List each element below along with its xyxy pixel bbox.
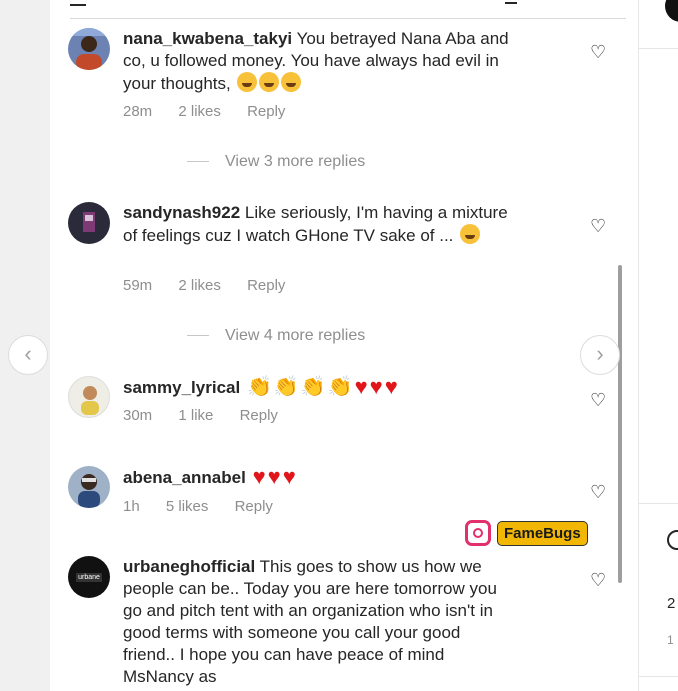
red-heart-emoji: ♥ [252, 464, 266, 489]
heart-outline-icon[interactable]: ♡ [590, 43, 608, 61]
comment-username[interactable]: sandynash922 [123, 203, 240, 222]
comments-modal: nana_kwabena_takyi You betrayed Nana Aba… [50, 0, 638, 691]
heart-outline-icon[interactable]: ♡ [590, 217, 608, 235]
red-heart-emoji: ♥ [282, 464, 296, 489]
view-more-replies[interactable]: View 3 more replies [187, 153, 365, 171]
comment-meta: 30m 1 like Reply [123, 407, 300, 424]
heart-outline-icon[interactable]: ♡ [590, 571, 608, 589]
crying-face-emoji [237, 72, 258, 92]
avatar[interactable] [665, 0, 678, 22]
reply-button[interactable]: Reply [247, 277, 285, 294]
red-heart-emoji: ♥ [384, 374, 398, 399]
clapping-hands-emoji: 👏 [327, 376, 353, 398]
heart-outline-icon[interactable]: ♡ [590, 483, 608, 501]
red-heart-emoji: ♥ [267, 464, 281, 489]
comment-username[interactable]: sammy_lyrical [123, 378, 240, 397]
count-text: 1 [667, 633, 674, 647]
comment-likes[interactable]: 1 like [178, 407, 213, 424]
avatar-text: urbane [76, 572, 102, 582]
view-more-label: View 3 more replies [225, 153, 366, 170]
chevron-left-icon[interactable]: ‹ [8, 335, 48, 375]
comment-meta: 59m 2 likes Reply [123, 277, 307, 294]
avatar[interactable] [68, 202, 110, 244]
crying-face-emoji [259, 72, 280, 92]
chevron-right-icon[interactable]: › [580, 335, 620, 375]
comment-body: abena_annabel ♥♥♥ [123, 466, 513, 489]
comment-time[interactable]: 59m [123, 277, 152, 294]
comment-username[interactable]: abena_annabel [123, 468, 246, 487]
comment-body: sandynash922 Like seriously, I'm having … [123, 202, 513, 247]
comment-icon[interactable] [667, 530, 678, 550]
divider [639, 503, 678, 504]
count-text: 2 [667, 595, 676, 612]
comment-body: urbaneghofficial This goes to show us ho… [123, 556, 513, 688]
avatar[interactable] [68, 466, 110, 508]
crying-face-emoji [460, 224, 481, 244]
instagram-icon [465, 520, 491, 546]
divider [639, 676, 678, 677]
clapping-hands-emoji: 👏 [246, 376, 272, 398]
crying-face-emoji [281, 72, 302, 92]
avatar[interactable] [68, 28, 110, 70]
scrollbar[interactable] [618, 265, 622, 583]
divider [187, 335, 209, 337]
reply-button[interactable]: Reply [247, 103, 285, 120]
comment-likes[interactable]: 2 likes [178, 103, 221, 120]
divider [70, 18, 626, 19]
right-panel: 2 1 [638, 0, 678, 691]
comment-text: This goes to show us how we people can b… [123, 557, 497, 686]
clapping-hands-emoji: 👏 [273, 376, 299, 398]
avatar[interactable]: urbane [68, 556, 110, 598]
top-cutoff-icon [505, 0, 517, 4]
comment-body: nana_kwabena_takyi You betrayed Nana Aba… [123, 28, 513, 95]
divider [187, 161, 209, 163]
comment-likes[interactable]: 2 likes [178, 277, 221, 294]
comment-meta: 1h 5 likes Reply [123, 498, 295, 515]
red-heart-emoji: ♥ [369, 374, 383, 399]
clapping-hands-emoji: 👏 [300, 376, 326, 398]
red-heart-emoji: ♥ [354, 374, 368, 399]
avatar[interactable] [68, 376, 110, 418]
top-cutoff-icon [70, 0, 86, 6]
comment-time[interactable]: 1h [123, 498, 140, 515]
view-more-replies[interactable]: View 4 more replies [187, 327, 365, 345]
view-more-label: View 4 more replies [225, 327, 366, 344]
reply-button[interactable]: Reply [235, 498, 273, 515]
comment-time[interactable]: 30m [123, 407, 152, 424]
watermark: FameBugs [465, 519, 588, 547]
comment-body: sammy_lyrical 👏 👏 👏 👏♥♥♥ [123, 376, 513, 399]
divider [639, 48, 678, 49]
comment-username[interactable]: urbaneghofficial [123, 557, 255, 576]
comment-username[interactable]: nana_kwabena_takyi [123, 29, 292, 48]
heart-outline-icon[interactable]: ♡ [590, 391, 608, 409]
comment-likes[interactable]: 5 likes [166, 498, 209, 515]
comment-time[interactable]: 28m [123, 103, 152, 120]
watermark-label: FameBugs [497, 520, 588, 546]
reply-button[interactable]: Reply [240, 407, 278, 424]
comment-meta: 28m 2 likes Reply [123, 103, 307, 120]
